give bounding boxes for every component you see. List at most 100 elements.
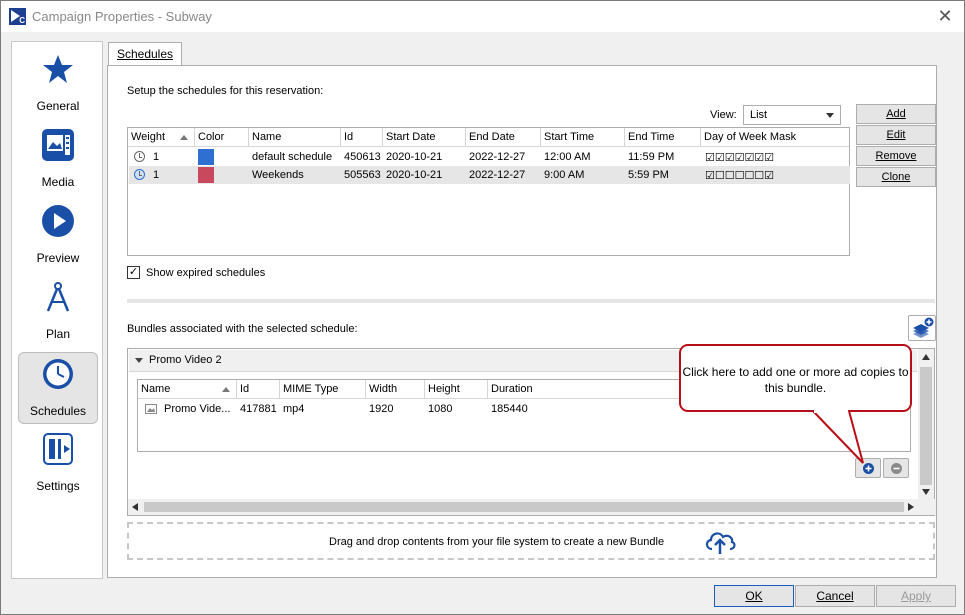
col-name-label: Name <box>252 131 282 143</box>
section-divider <box>127 299 935 303</box>
sidebar-item-media[interactable]: Media <box>18 124 98 196</box>
star-icon <box>40 51 76 87</box>
table-row[interactable]: 1 default schedule 450613 2020-10-21 202… <box>129 148 850 166</box>
row-day-mask: ☑☑☑☑☑☑☑ <box>705 151 775 164</box>
col-weight-label: Weight <box>131 131 166 143</box>
col-color-label: Color <box>198 131 225 143</box>
properties-window: C Campaign Properties - Subway ✕ General… <box>0 0 965 615</box>
col-end-date[interactable]: End Date <box>466 128 541 147</box>
row-start-date: 2020-10-21 <box>386 169 443 181</box>
row-name: default schedule <box>252 151 333 163</box>
row-id: 505563 <box>344 169 381 181</box>
cloud-upload-icon <box>705 532 736 554</box>
sidebar-label-plan: Plan <box>45 327 71 341</box>
col-end-date-label: End Date <box>469 131 515 143</box>
edit-button[interactable]: Edit <box>856 125 936 145</box>
sidebar-item-settings[interactable]: Settings <box>18 428 98 500</box>
row-end-time: 11:59 PM <box>628 151 675 163</box>
col-bundle-name-label: Name <box>141 383 171 395</box>
scroll-down-icon <box>922 489 930 495</box>
col-id[interactable]: Id <box>341 128 383 147</box>
sidebar-item-schedules[interactable]: Schedules <box>18 352 98 424</box>
clock-icon <box>134 169 145 180</box>
app-icon-letter: C <box>19 16 25 25</box>
callout-pointer <box>812 409 864 464</box>
sidebar-item-preview[interactable]: Preview <box>18 200 98 272</box>
view-select[interactable]: List <box>743 105 841 125</box>
col-day-mask[interactable]: Day of Week Mask <box>701 128 849 147</box>
row-start-time: 9:00 AM <box>544 169 585 181</box>
row-day-mask: ☑☐☐☐☐☐☑ <box>705 169 775 182</box>
callout-text: Click here to add one or more ad copies … <box>682 365 909 395</box>
remove-button-label: Remove <box>875 150 917 162</box>
col-name[interactable]: Name <box>249 128 341 147</box>
bundle-row-duration: 185440 <box>491 403 528 415</box>
chevron-down-icon <box>826 113 834 118</box>
remove-ad-copy-button[interactable] <box>883 458 909 478</box>
vertical-scrollbar[interactable] <box>918 349 934 499</box>
add-bundle-button[interactable] <box>908 315 936 341</box>
close-icon[interactable]: ✕ <box>934 5 956 27</box>
app-logo-icon: C <box>9 8 26 25</box>
settings-icon <box>40 431 76 467</box>
col-end-time-label: End Time <box>628 131 675 143</box>
row-weight: 1 <box>153 151 160 163</box>
add-button-label: Add <box>886 108 906 120</box>
col-end-time[interactable]: End Time <box>625 128 701 147</box>
sidebar-label-general: General <box>36 99 80 113</box>
sidebar-label-settings: Settings <box>36 479 80 493</box>
title-bar: C Campaign Properties - Subway ✕ <box>1 1 964 32</box>
scroll-left-icon <box>132 503 138 511</box>
col-day-mask-label: Day of Week Mask <box>704 131 797 143</box>
row-end-date: 2022-12-27 <box>469 151 526 163</box>
tab-schedules-label: Schedules <box>116 47 174 61</box>
horizontal-scroll-thumb[interactable] <box>144 502 904 512</box>
col-width[interactable]: Width <box>366 380 425 399</box>
add-layers-icon <box>913 317 934 338</box>
row-end-date: 2022-12-27 <box>469 169 526 181</box>
add-button[interactable]: Add <box>856 104 936 124</box>
clock-icon <box>134 151 145 162</box>
col-color[interactable]: Color <box>195 128 249 147</box>
col-start-time[interactable]: Start Time <box>541 128 625 147</box>
horizontal-scrollbar[interactable] <box>128 499 936 515</box>
row-id: 450613 <box>344 151 381 163</box>
edit-button-label: Edit <box>886 129 906 141</box>
row-name: Weekends <box>252 169 304 181</box>
col-bundle-name[interactable]: Name <box>138 380 237 399</box>
scroll-right-icon <box>908 503 914 511</box>
col-start-date-label: Start Date <box>386 131 436 143</box>
image-file-icon <box>145 404 157 414</box>
bundle-row-name: Promo Vide... <box>164 403 231 415</box>
remove-button[interactable]: Remove <box>856 146 936 166</box>
col-mime[interactable]: MIME Type <box>280 380 366 399</box>
sidebar-item-general[interactable]: General <box>18 48 98 120</box>
play-icon <box>40 203 76 239</box>
row-start-time: 12:00 AM <box>544 151 591 163</box>
media-icon <box>40 127 76 163</box>
apply-button[interactable]: Apply <box>876 585 956 607</box>
sidebar-item-plan[interactable]: Plan <box>18 276 98 348</box>
col-bundle-id[interactable]: Id <box>237 380 280 399</box>
cancel-button[interactable]: Cancel <box>795 585 875 607</box>
bundle-row-height: 1080 <box>428 403 453 415</box>
view-select-value: List <box>750 109 768 121</box>
vertical-scroll-thumb[interactable] <box>920 367 932 485</box>
show-expired-label: Show expired schedules <box>146 267 266 279</box>
col-bundle-id-label: Id <box>240 383 250 395</box>
sidebar-label-schedules: Schedules <box>29 404 87 418</box>
clock-icon <box>40 356 76 392</box>
col-height[interactable]: Height <box>425 380 488 399</box>
col-mime-label: MIME Type <box>283 383 339 395</box>
tab-schedules[interactable]: Schedules <box>108 42 182 66</box>
color-swatch <box>198 167 214 183</box>
col-weight[interactable]: Weight <box>128 128 195 147</box>
col-start-date[interactable]: Start Date <box>383 128 466 147</box>
show-expired-checkbox[interactable]: ✓ <box>127 266 140 279</box>
bundle-dropzone[interactable]: Drag and drop contents from your file sy… <box>127 522 935 560</box>
col-height-label: Height <box>428 383 460 395</box>
clone-button[interactable]: Clone <box>856 167 936 187</box>
ok-button[interactable]: OK <box>714 585 794 607</box>
ok-button-label: OK <box>745 589 763 603</box>
table-row-selected[interactable]: 1 Weekends 505563 2020-10-21 2022-12-27 … <box>129 166 850 184</box>
